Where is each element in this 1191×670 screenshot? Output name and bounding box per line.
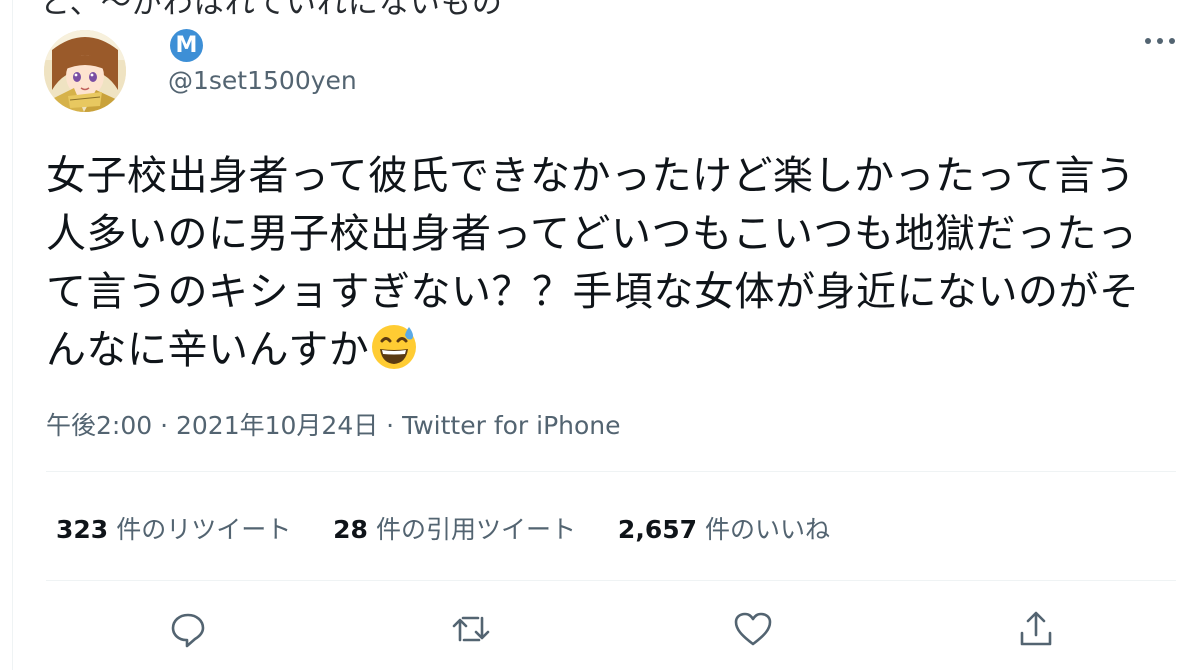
heart-icon [734, 612, 772, 646]
divider [46, 471, 1176, 472]
user-handle[interactable]: @1set1500yen [168, 66, 357, 95]
badge-letter: M [175, 33, 198, 58]
tweet-date[interactable]: 2021年10月24日 [176, 411, 378, 440]
tweet-actions [0, 609, 1191, 649]
divider [46, 580, 1176, 581]
retweet-icon [452, 616, 490, 642]
avatar[interactable] [44, 30, 126, 112]
tweet-source[interactable]: Twitter for iPhone [402, 411, 620, 440]
retweets-label: 件のリツイート [116, 515, 292, 544]
meta-separator: · [378, 411, 403, 440]
avatar-image [44, 30, 126, 112]
display-name-badge[interactable]: M [170, 29, 203, 62]
tweet-meta: 午後2:00 · 2021年10月24日 · Twitter for iPhon… [46, 406, 621, 442]
tweet-time[interactable]: 午後2:00 [46, 411, 152, 440]
quotes-label: 件の引用ツイート [375, 515, 576, 544]
retweets-stat[interactable]: 323 件のリツイート [56, 510, 291, 546]
tweet-body: 女子校出身者って彼氏できなかったけど楽しかったって言う人多いのに男子校出身者って… [46, 147, 1156, 379]
grinning-face-with-sweat-icon [372, 325, 417, 369]
likes-count: 2,657 [617, 515, 697, 544]
retweet-button[interactable] [451, 609, 491, 649]
quotes-count: 28 [333, 515, 368, 544]
more-options-button[interactable] [1140, 26, 1180, 56]
reply-button[interactable] [168, 609, 208, 649]
like-button[interactable] [733, 609, 773, 649]
quotes-stat[interactable]: 28 件の引用ツイート [333, 510, 576, 546]
tweet-text: 女子校出身者って彼氏できなかったけど楽しかったって言う人多いのに男子校出身者って… [46, 153, 1140, 373]
more-horizontal-icon [1145, 38, 1175, 44]
column-border [12, 0, 13, 670]
likes-label: 件のいいね [705, 515, 831, 544]
meta-separator: · [152, 411, 176, 440]
likes-stat[interactable]: 2,657 件のいいね [618, 510, 830, 546]
share-icon [1020, 611, 1052, 646]
engagement-stats: 323 件のリツイート 28 件の引用ツイート 2,657 件のいいね [56, 510, 864, 546]
previous-tweet-text-cutoff: と、〜がわはれていれにないもの [40, 0, 503, 21]
retweets-count: 323 [56, 515, 109, 544]
share-button[interactable] [1016, 609, 1056, 649]
reply-icon [171, 613, 205, 648]
